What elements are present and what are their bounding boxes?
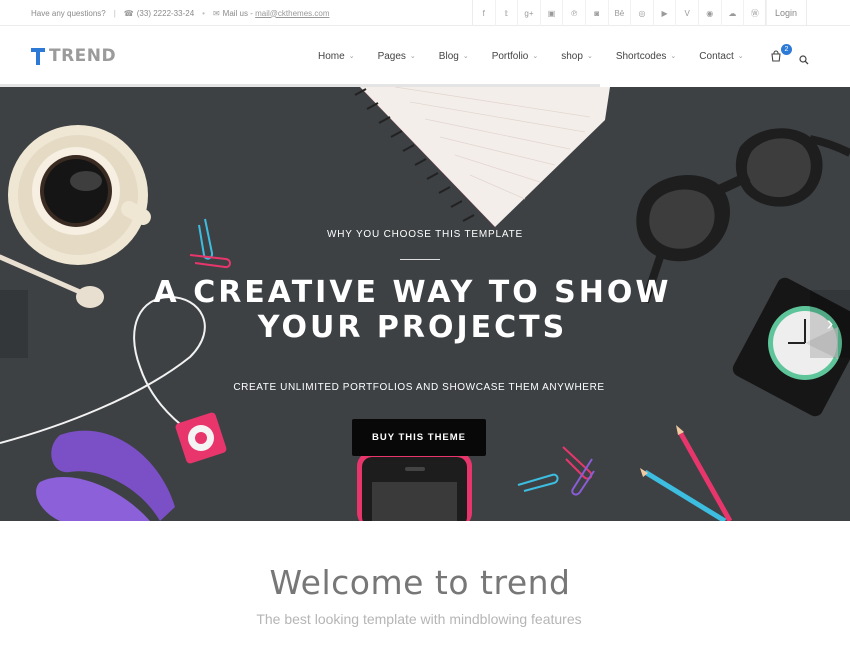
google-plus-icon[interactable]: g+ <box>518 0 541 26</box>
flickr-icon[interactable]: ◎ <box>631 0 654 26</box>
scissors-illustration <box>36 430 175 521</box>
youtube-icon[interactable]: ▶ <box>654 0 677 26</box>
social-links: f 𝕥 g+ ▣ ℗ ◙ Bē ◎ ▶ V ◉ ☁ Ⓦ <box>472 0 767 26</box>
login-link[interactable]: Login <box>765 0 807 26</box>
chevron-down-icon: ⌄ <box>737 53 744 60</box>
mail-link[interactable]: mail@ckthemes.com <box>255 9 329 18</box>
wordpress-icon[interactable]: Ⓦ <box>744 0 767 26</box>
nav-item-blog[interactable]: Blog ⌄ <box>439 51 469 62</box>
nav-item-label: shop <box>561 50 583 62</box>
behance-icon[interactable]: Bē <box>609 0 632 26</box>
vimeo-icon[interactable]: V <box>676 0 699 26</box>
chevron-down-icon: ⌄ <box>409 53 416 60</box>
chevron-down-icon: ⌄ <box>348 53 355 60</box>
top-bar: Have any questions? | ☎ (33) 2222-33-24 … <box>0 0 850 26</box>
welcome-subtitle: The best looking template with mindblowi… <box>256 611 582 627</box>
mail-label: Mail us - <box>222 8 253 18</box>
phone-illustration <box>357 452 472 521</box>
chevron-down-icon: ⌄ <box>670 53 677 60</box>
soundcloud-icon[interactable]: ☁ <box>722 0 745 26</box>
logo-mark-icon <box>31 47 45 65</box>
nav-item-label: Contact <box>699 50 734 62</box>
cart-count-badge: 2 <box>781 44 792 55</box>
site-header: TREND Home ⌄ Pages ⌄ Blog ⌄ Portfolio ⌄ shop ⌄ Sho… <box>0 26 850 86</box>
hero-headline: A CREATIVE WAY TO SHOW YOUR PROJECTS <box>0 275 825 345</box>
chevron-down-icon: ⌄ <box>586 53 593 60</box>
nav-item-home[interactable]: Home ⌄ <box>318 51 355 62</box>
nav-item-label: Blog <box>438 50 459 62</box>
pinterest-icon[interactable]: ℗ <box>563 0 586 26</box>
hero-slider: › WHY YOU CHOOSE THIS TEMPLATE A CREATIV… <box>0 87 850 521</box>
github-icon[interactable]: ◉ <box>699 0 722 26</box>
questions-label: Have any questions? <box>31 8 106 18</box>
facebook-icon[interactable]: f <box>473 0 496 26</box>
nav-item-portfolio[interactable]: Portfolio ⌄ <box>492 51 539 62</box>
dribbble-icon[interactable]: ▣ <box>541 0 564 26</box>
logo[interactable]: TREND <box>31 46 116 66</box>
nav-item-label: Shortcodes <box>615 50 667 62</box>
hero-divider <box>400 259 440 260</box>
hero-subtitle: CREATE UNLIMITED PORTFOLIOS AND SHOWCASE… <box>233 382 605 393</box>
phone-number: (33) 2222-33-24 <box>136 8 195 18</box>
chevron-right-icon: › <box>826 312 834 335</box>
nav-item-shop[interactable]: shop ⌄ <box>561 51 593 62</box>
mail-icon: ✉ <box>212 8 220 18</box>
buy-theme-button[interactable]: BUY THIS THEME <box>352 419 486 456</box>
notebook-illustration <box>354 87 610 232</box>
pencils-illustration <box>640 425 733 521</box>
separator: | <box>113 8 116 18</box>
nav-item-label: Pages <box>377 50 406 62</box>
logo-text: TREND <box>49 46 117 66</box>
cart-icon[interactable] <box>770 50 782 62</box>
chevron-down-icon: ⌄ <box>532 53 539 60</box>
coffee-cup-illustration <box>8 125 151 265</box>
hero-eyebrow: WHY YOU CHOOSE THIS TEMPLATE <box>327 229 523 240</box>
chevron-down-icon: ⌄ <box>462 53 469 60</box>
ipod-illustration <box>175 412 227 464</box>
nav-item-shortcodes[interactable]: Shortcodes ⌄ <box>616 51 676 62</box>
nav-item-label: Portfolio <box>491 50 529 62</box>
contact-info: Have any questions? | ☎ (33) 2222-33-24 … <box>31 0 329 26</box>
hero-headline-line2: YOUR PROJECTS <box>257 310 568 345</box>
separator: • <box>202 8 205 18</box>
hero-headline-line1: A CREATIVE WAY TO SHOW <box>153 275 672 310</box>
instagram-icon[interactable]: ◙ <box>586 0 609 26</box>
nav-item-contact[interactable]: Contact ⌄ <box>699 51 743 62</box>
twitter-icon[interactable]: 𝕥 <box>496 0 519 26</box>
phone-icon: ☎ <box>123 8 134 18</box>
search-icon[interactable] <box>799 52 809 70</box>
nav-item-pages[interactable]: Pages ⌄ <box>378 51 416 62</box>
main-nav: Home ⌄ Pages ⌄ Blog ⌄ Portfolio ⌄ shop ⌄ Shortcode… <box>318 26 767 86</box>
nav-item-label: Home <box>318 50 345 62</box>
welcome-title: Welcome to trend <box>269 563 571 602</box>
